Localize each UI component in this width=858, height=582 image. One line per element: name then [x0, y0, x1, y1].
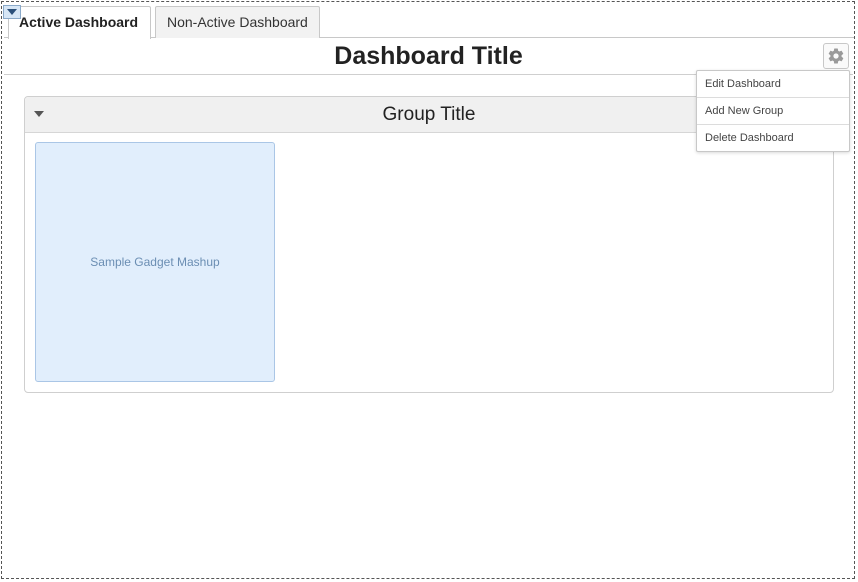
tab-label: Active Dashboard [19, 14, 139, 30]
gadget-tile[interactable]: Sample Gadget Mashup [35, 142, 275, 382]
menu-item-delete-dashboard[interactable]: Delete Dashboard [697, 125, 849, 151]
menu-item-edit-dashboard[interactable]: Edit Dashboard [697, 71, 849, 98]
settings-button[interactable] [823, 43, 849, 69]
menu-item-add-new-group[interactable]: Add New Group [697, 98, 849, 125]
dashboard-title: Dashboard Title [334, 42, 523, 70]
gear-icon [828, 48, 844, 64]
tab-active-dashboard[interactable]: Active Dashboard [8, 6, 151, 39]
gadget-label: Sample Gadget Mashup [90, 255, 220, 269]
caret-down-icon [7, 9, 17, 15]
collapse-toggle-button[interactable] [3, 5, 21, 19]
tab-non-active-dashboard[interactable]: Non-Active Dashboard [155, 6, 320, 38]
settings-menu: Edit Dashboard Add New Group Delete Dash… [696, 70, 850, 152]
tab-label: Non-Active Dashboard [167, 14, 308, 30]
